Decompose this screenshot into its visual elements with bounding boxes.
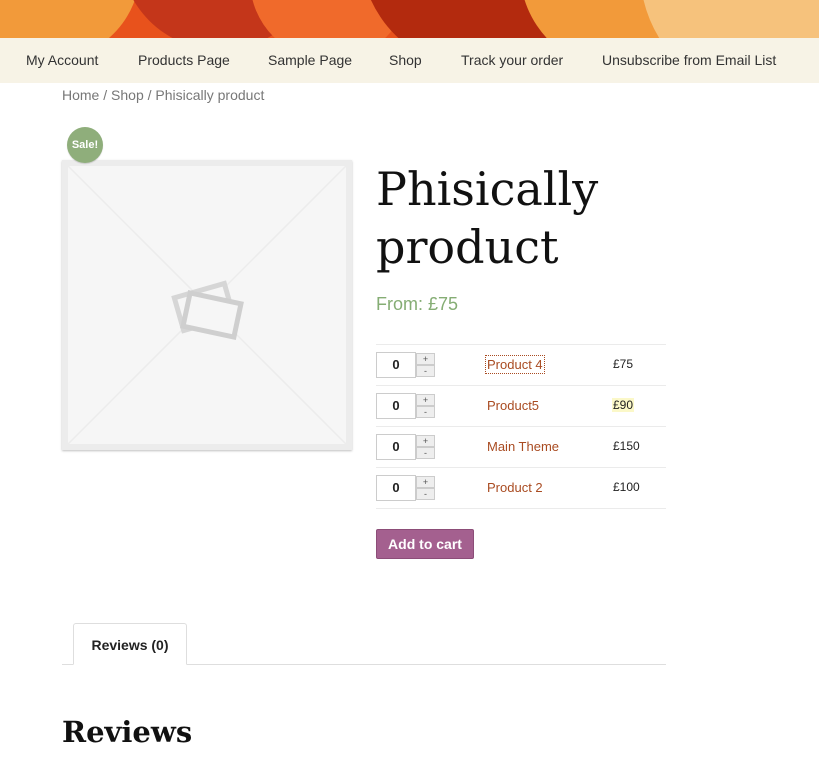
product-image[interactable] xyxy=(62,160,352,450)
header-banner xyxy=(0,0,819,38)
reviews-heading: Reviews xyxy=(62,715,193,749)
quantity-input[interactable]: 0 xyxy=(376,393,416,419)
quantity-decrease-button[interactable]: - xyxy=(416,488,435,500)
nav-item-products-page[interactable]: Products Page xyxy=(138,38,230,83)
breadcrumb-current: Phisically product xyxy=(155,87,265,103)
product-link[interactable]: Product 4 xyxy=(485,355,545,374)
quantity-input[interactable]: 0 xyxy=(376,475,416,501)
quantity-input[interactable]: 0 xyxy=(376,352,416,378)
quantity-increase-button[interactable]: + xyxy=(416,394,435,406)
breadcrumb-separator: / xyxy=(99,87,112,103)
quantity-decrease-button[interactable]: - xyxy=(416,406,435,418)
product-title: Phisically product xyxy=(376,162,599,274)
breadcrumb-separator: / xyxy=(143,87,156,103)
grouped-products-table: 0 + - Product 4 £75 0 + - Product5 £90 0… xyxy=(376,344,666,509)
table-row: 0 + - Product 4 £75 xyxy=(376,345,666,386)
row-price: £100 xyxy=(613,480,640,494)
nav-item-my-account[interactable]: My Account xyxy=(26,38,98,83)
placeholder-image-icon xyxy=(68,166,346,444)
nav-item-unsubscribe[interactable]: Unsubscribe from Email List xyxy=(602,38,776,83)
nav-item-track-order[interactable]: Track your order xyxy=(461,38,563,83)
breadcrumb-shop-link[interactable]: Shop xyxy=(111,87,144,103)
product-link[interactable]: Product5 xyxy=(487,398,539,413)
table-row: 0 + - Product5 £90 xyxy=(376,386,666,427)
product-link[interactable]: Main Theme xyxy=(487,439,559,454)
breadcrumb-home-link[interactable]: Home xyxy=(62,87,99,103)
row-price: £75 xyxy=(613,357,634,371)
row-price: £90 xyxy=(612,398,635,412)
quantity-decrease-button[interactable]: - xyxy=(416,365,435,377)
product-price: From: £75 xyxy=(376,294,459,314)
quantity-input[interactable]: 0 xyxy=(376,434,416,460)
tab-reviews[interactable]: Reviews (0) xyxy=(73,623,187,665)
nav-item-sample-page[interactable]: Sample Page xyxy=(268,38,352,83)
quantity-increase-button[interactable]: + xyxy=(416,435,435,447)
product-link[interactable]: Product 2 xyxy=(487,480,543,495)
add-to-cart-button[interactable]: Add to cart xyxy=(376,529,474,559)
row-price: £150 xyxy=(613,439,640,453)
breadcrumb: Home / Shop / Phisically product xyxy=(62,87,264,103)
table-row: 0 + - Main Theme £150 xyxy=(376,427,666,468)
quantity-increase-button[interactable]: + xyxy=(416,476,435,488)
nav-item-shop[interactable]: Shop xyxy=(389,38,422,83)
main-navigation: My Account Products Page Sample Page Sho… xyxy=(0,38,819,83)
quantity-increase-button[interactable]: + xyxy=(416,353,435,365)
table-row: 0 + - Product 2 £100 xyxy=(376,468,666,509)
sale-badge: Sale! xyxy=(67,127,103,163)
quantity-decrease-button[interactable]: - xyxy=(416,447,435,459)
